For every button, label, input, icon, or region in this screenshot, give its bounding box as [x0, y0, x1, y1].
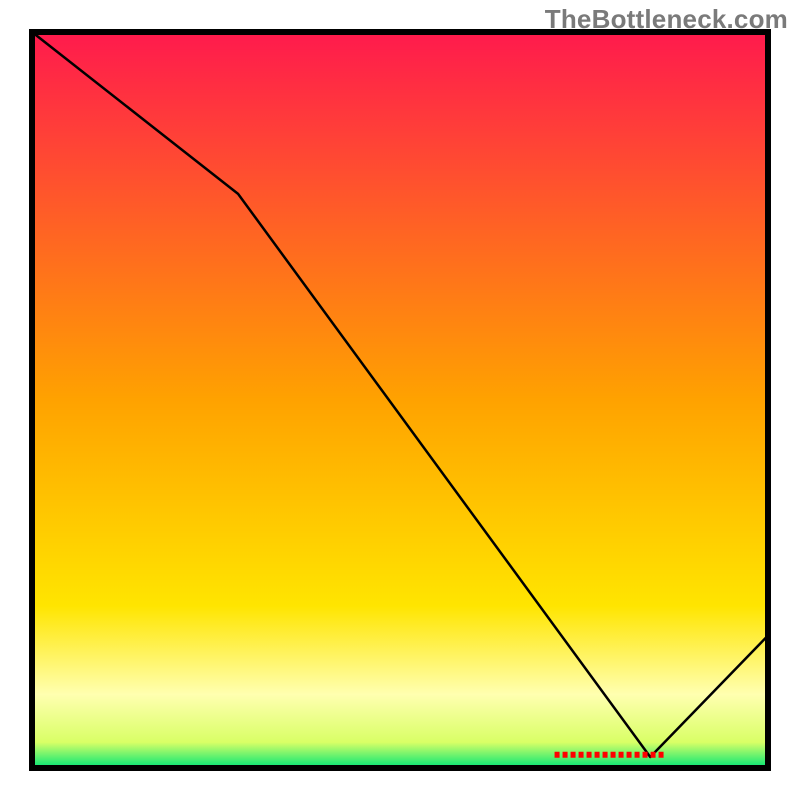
chart-svg [0, 0, 800, 800]
plot-background [32, 32, 768, 768]
chart-frame: TheBottleneck.com [0, 0, 800, 800]
watermark-text: TheBottleneck.com [545, 4, 788, 35]
